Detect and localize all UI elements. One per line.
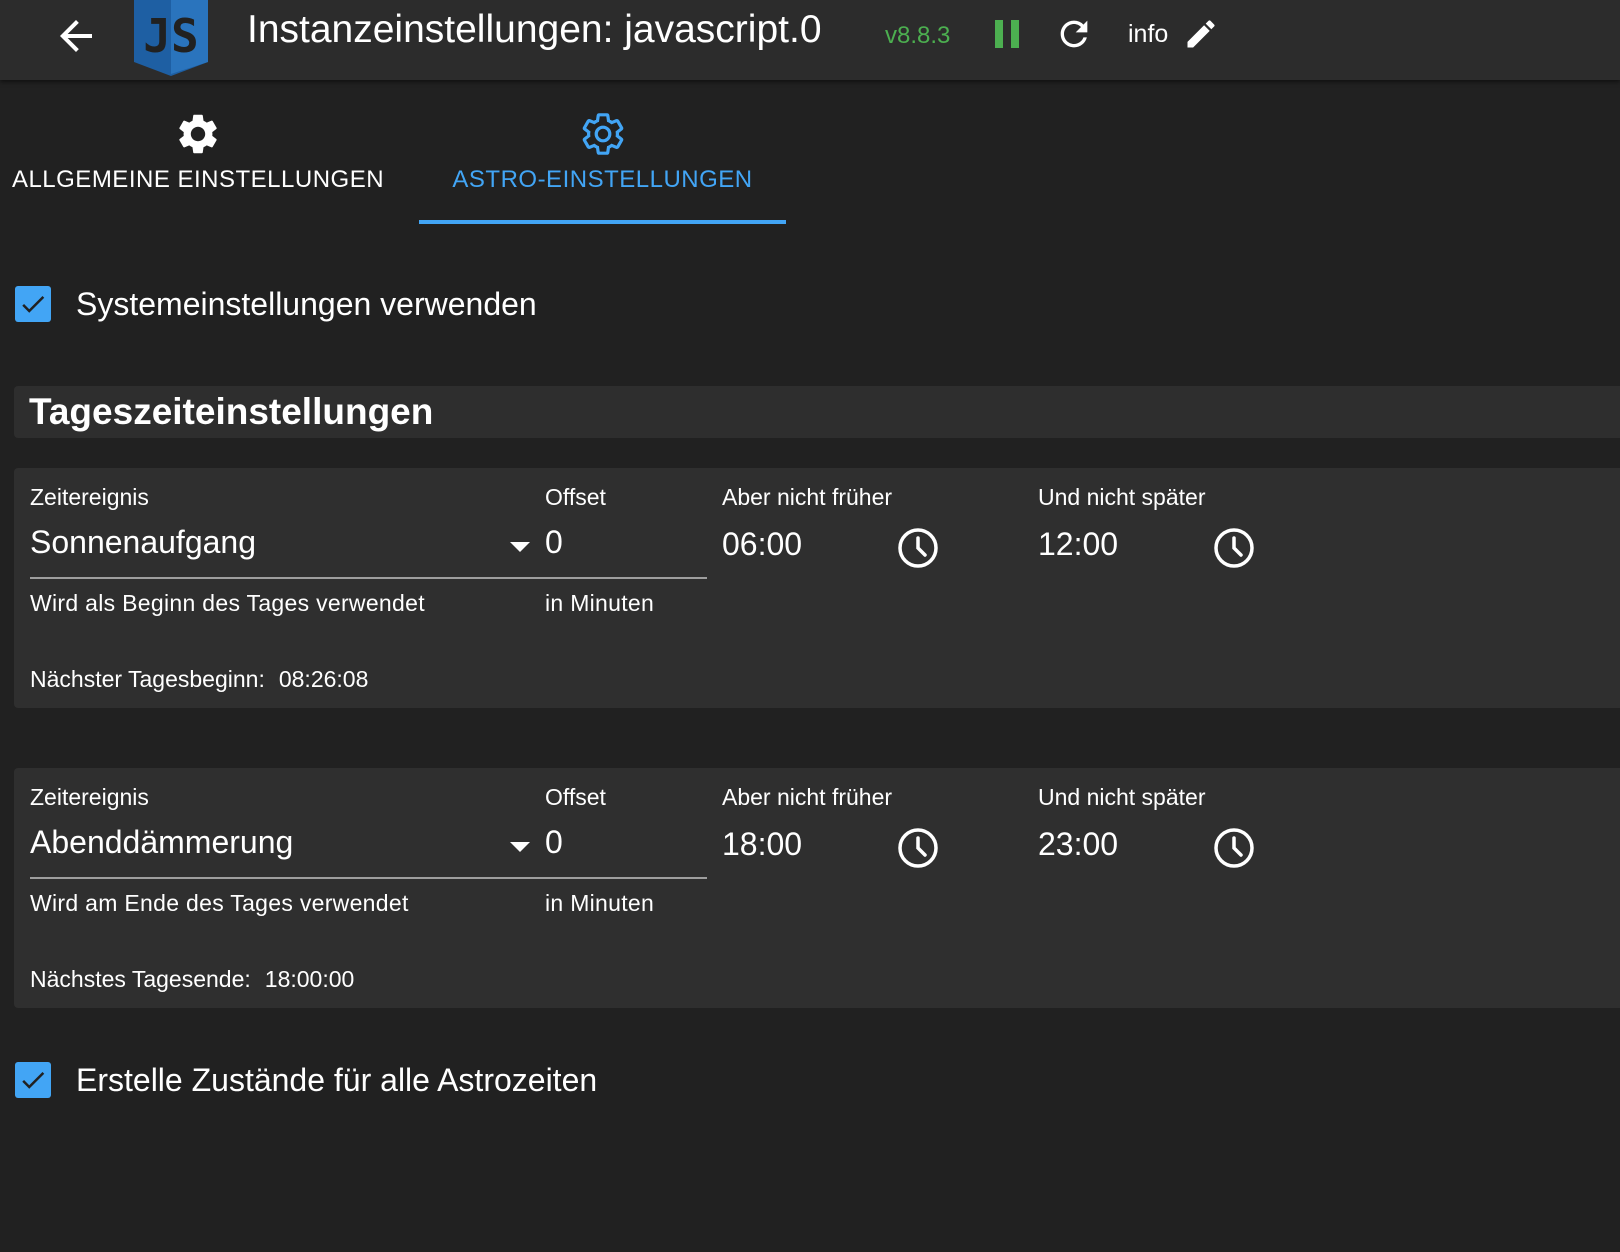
next-day-end: Nächstes Tagesende: 18:00:00 xyxy=(30,966,354,993)
offset-underline xyxy=(545,877,707,879)
pause-icon xyxy=(995,20,1019,48)
tab-general-label: ALLGEMEINE EINSTELLUNGEN xyxy=(11,166,385,193)
not-before-label: Aber nicht früher xyxy=(722,784,893,810)
next-day-start-label: Nächster Tagesbeginn: xyxy=(30,666,265,692)
event-helper: Wird am Ende des Tages verwendet xyxy=(30,890,409,916)
back-button[interactable] xyxy=(52,12,100,60)
clock-icon[interactable] xyxy=(896,826,940,870)
active-tab-indicator xyxy=(419,220,786,224)
offset-input[interactable]: 0 xyxy=(545,820,707,868)
create-states-checkbox[interactable] xyxy=(15,1062,51,1098)
pencil-icon xyxy=(1187,20,1215,48)
use-system-settings-label: Systemeinstellungen verwenden xyxy=(76,285,537,322)
event-helper: Wird als Beginn des Tages verwendet xyxy=(30,590,425,616)
next-day-end-label: Nächstes Tagesende: xyxy=(30,966,251,992)
not-after-label: Und nicht später xyxy=(1038,484,1206,510)
edit-button[interactable] xyxy=(1183,16,1219,52)
not-before-value[interactable]: 06:00 xyxy=(722,526,802,563)
info-link[interactable]: info xyxy=(1128,20,1168,49)
reload-button[interactable] xyxy=(1054,14,1094,54)
next-day-start-value: 08:26:08 xyxy=(278,666,369,692)
app-header: JS Instanzeinstellungen: javascript.0 v8… xyxy=(0,0,1620,80)
offset-helper: in Minuten xyxy=(545,590,655,616)
next-day-start: Nächster Tagesbeginn: 08:26:08 xyxy=(30,666,368,693)
tab-astro-label: ASTRO-EINSTELLUNGEN xyxy=(452,166,753,193)
gear-outline-icon xyxy=(582,113,623,155)
day-end-card: Zeitereignis Abenddämmerung Wird am Ende… xyxy=(14,768,1620,1008)
page-title: Instanzeinstellungen: javascript.0 xyxy=(247,8,822,51)
not-after-label: Und nicht später xyxy=(1038,784,1206,810)
offset-label: Offset xyxy=(545,784,606,810)
next-day-end-value: 18:00:00 xyxy=(264,966,355,992)
offset-helper: in Minuten xyxy=(545,890,655,916)
use-system-settings-checkbox[interactable] xyxy=(15,286,51,322)
create-states-label: Erstelle Zustände für alle Astrozeiten xyxy=(76,1061,598,1098)
section-title: Tageszeiteinstellungen xyxy=(29,391,434,432)
section-header: Tageszeiteinstellungen xyxy=(14,386,1620,438)
dropdown-arrow-icon xyxy=(510,542,530,552)
not-before-label: Aber nicht früher xyxy=(722,484,893,510)
event-label: Zeitereignis xyxy=(30,784,149,810)
check-icon xyxy=(22,1071,45,1089)
offset-input[interactable]: 0 xyxy=(545,520,707,568)
javascript-logo: JS xyxy=(134,0,208,76)
refresh-icon xyxy=(1060,20,1088,48)
gear-icon xyxy=(179,114,217,154)
tab-general-settings[interactable]: ALLGEMEINE EINSTELLUNGEN xyxy=(0,100,396,224)
svg-text:JS: JS xyxy=(143,9,198,63)
tab-astro-settings[interactable]: ASTRO-EINSTELLUNGEN xyxy=(419,100,786,224)
not-before-value[interactable]: 18:00 xyxy=(722,826,802,863)
pause-button[interactable] xyxy=(989,14,1029,54)
offset-value: 0 xyxy=(545,524,563,560)
clock-icon[interactable] xyxy=(896,526,940,570)
offset-value: 0 xyxy=(545,824,563,860)
event-select[interactable]: Sonnenaufgang xyxy=(30,520,545,568)
event-underline xyxy=(30,577,545,579)
event-underline xyxy=(30,877,545,879)
event-select[interactable]: Abenddämmerung xyxy=(30,820,545,868)
not-after-value[interactable]: 23:00 xyxy=(1038,826,1118,863)
clock-icon[interactable] xyxy=(1212,826,1256,870)
check-icon xyxy=(22,295,45,313)
offset-underline xyxy=(545,577,707,579)
dropdown-arrow-icon xyxy=(510,842,530,852)
clock-icon[interactable] xyxy=(1212,526,1256,570)
event-label: Zeitereignis xyxy=(30,484,149,510)
create-states-row[interactable]: Erstelle Zustände für alle Astrozeiten xyxy=(15,1060,597,1100)
not-after-value[interactable]: 12:00 xyxy=(1038,526,1118,563)
event-value: Sonnenaufgang xyxy=(30,524,256,560)
version-badge: v8.8.3 xyxy=(885,22,951,49)
day-start-card: Zeitereignis Sonnenaufgang Wird als Begi… xyxy=(14,468,1620,708)
arrow-back-icon xyxy=(60,20,92,52)
event-value: Abenddämmerung xyxy=(30,824,294,860)
use-system-settings-row[interactable]: Systemeinstellungen verwenden xyxy=(15,284,537,324)
offset-label: Offset xyxy=(545,484,606,510)
